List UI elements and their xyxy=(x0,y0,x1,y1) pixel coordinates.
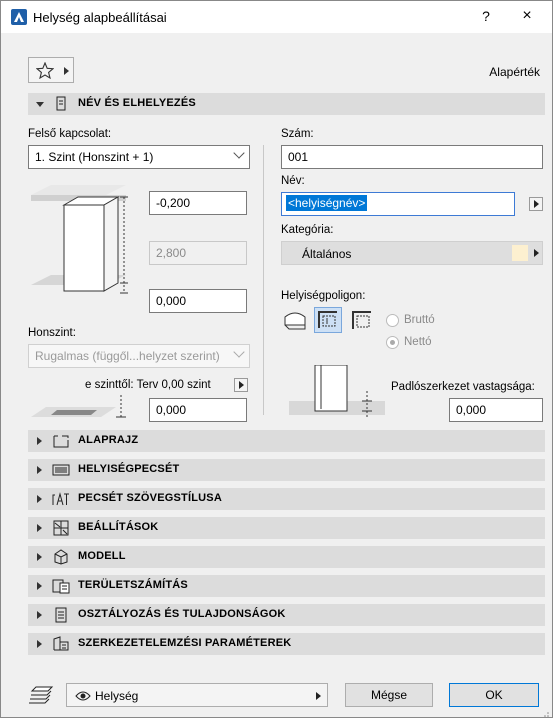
section-label: TERÜLETSZÁMÍTÁS xyxy=(78,579,188,591)
name-label: Név: xyxy=(281,175,305,187)
cancel-button[interactable]: Mégse xyxy=(345,683,433,707)
bottom-offset-value: 0,000 xyxy=(156,294,187,308)
text-style-icon xyxy=(52,491,70,507)
height-value: 2,800 xyxy=(156,246,187,260)
star-icon xyxy=(36,62,54,79)
expand-arrow-icon xyxy=(37,640,42,648)
story-level-diagram xyxy=(31,395,126,418)
expand-arrow-icon xyxy=(37,611,42,619)
resize-grip-icon[interactable] xyxy=(542,707,550,717)
section-label: PECSÉT SZÖVEGSTÍLUSA xyxy=(78,492,222,504)
expand-arrow-icon xyxy=(37,524,42,532)
zone-stamp-icon xyxy=(52,462,70,478)
expand-arrow-icon xyxy=(37,466,42,474)
view-select[interactable]: Helység xyxy=(66,683,328,707)
layer-stack-icon[interactable] xyxy=(28,685,54,708)
ok-button[interactable]: OK xyxy=(449,683,539,707)
name-value: <helyiségnév> xyxy=(286,195,368,211)
section-stamp-text-style[interactable]: PECSÉT SZÖVEGSTÍLUSA xyxy=(28,488,545,510)
polygon-inner-edge-icon[interactable] xyxy=(314,307,342,333)
section-label: SZERKEZETELEMZÉSI PARAMÉTEREK xyxy=(78,637,292,649)
section-structural-analysis[interactable]: SZERKEZETELEMZÉSI PARAMÉTEREK xyxy=(28,633,545,655)
height-field: 2,800 xyxy=(149,241,247,265)
view-arrow-icon xyxy=(316,692,321,700)
upper-link-label: Felső kapcsolat: xyxy=(28,128,112,140)
section-label: BEÁLLÍTÁSOK xyxy=(78,521,159,533)
section-name-position[interactable]: NÉV ÉS ELHELYEZÉS xyxy=(28,93,545,115)
section-floor-plan[interactable]: ALAPRAJZ xyxy=(28,430,545,452)
home-story-label: Honszint: xyxy=(28,327,76,339)
floor-thickness-field[interactable]: 0,000 xyxy=(449,398,543,422)
upper-link-select[interactable]: 1. Szint (Honszint + 1) xyxy=(28,145,250,169)
bottom-offset-field[interactable]: 0,000 xyxy=(149,289,247,313)
column-divider xyxy=(263,145,264,415)
help-button[interactable]: ? xyxy=(476,8,496,24)
section-settings[interactable]: BEÁLLÍTÁSOK xyxy=(28,517,545,539)
polygon-label: Helyiségpoligon: xyxy=(281,290,366,302)
floor-thickness-value: 0,000 xyxy=(456,403,487,417)
name-autotext-button[interactable] xyxy=(529,197,543,211)
upper-link-value: 1. Szint (Honszint + 1) xyxy=(35,150,154,164)
home-story-value: Rugalmas (függől...helyzet szerint) xyxy=(35,349,220,363)
category-arrow-icon xyxy=(534,249,539,257)
collapse-arrow-icon xyxy=(36,102,44,107)
section-label: MODELL xyxy=(78,550,126,562)
expand-arrow-icon xyxy=(37,495,42,503)
chevron-down-icon xyxy=(233,147,245,159)
room-height-diagram xyxy=(31,185,128,294)
category-color-swatch xyxy=(512,245,528,261)
favorites-arrow-icon xyxy=(64,67,69,75)
net-label: Nettó xyxy=(404,336,432,348)
from-story-value: 0,000 xyxy=(156,403,187,417)
title-bar: Helység alapbeállításai ? × xyxy=(1,1,552,33)
expand-arrow-icon xyxy=(37,437,42,445)
gross-label: Bruttó xyxy=(404,314,435,326)
floor-thickness-diagram xyxy=(289,365,385,417)
expand-arrow-icon xyxy=(37,582,42,590)
top-offset-value: -0,200 xyxy=(156,196,191,210)
home-story-select: Rugalmas (függől...helyzet szerint) xyxy=(28,344,250,368)
structural-icon xyxy=(52,636,70,652)
polygon-manual-icon[interactable] xyxy=(281,307,309,333)
name-field[interactable]: <helyiségnév> xyxy=(281,192,515,216)
section-label: HELYISÉGPECSÉT xyxy=(78,463,180,475)
section-zone-stamp[interactable]: HELYISÉGPECSÉT xyxy=(28,459,545,481)
id-tag-icon xyxy=(52,96,70,112)
category-label: Kategória: xyxy=(281,224,334,236)
from-story-label: e szinttől: Terv 0,00 szint xyxy=(85,379,211,391)
polygon-reference-line-icon[interactable] xyxy=(348,307,376,333)
number-value: 001 xyxy=(288,150,309,164)
section-classification-properties[interactable]: OSZTÁLYOZÁS ÉS TULAJDONSÁGOK xyxy=(28,604,545,626)
close-button[interactable]: × xyxy=(517,7,537,25)
category-select[interactable]: Általános xyxy=(281,241,543,265)
window-title: Helység alapbeállításai xyxy=(33,10,167,25)
number-field[interactable]: 001 xyxy=(281,145,543,169)
section-label: ALAPRAJZ xyxy=(78,434,139,446)
section-area-calculation[interactable]: TERÜLETSZÁMÍTÁS xyxy=(28,575,545,597)
gross-radio[interactable] xyxy=(386,314,399,327)
top-offset-field[interactable]: -0,200 xyxy=(149,191,247,215)
floor-plan-icon xyxy=(52,433,70,449)
default-label: Alapérték xyxy=(489,65,540,79)
model-cube-icon xyxy=(52,549,70,565)
area-calc-icon xyxy=(52,578,70,594)
number-label: Szám: xyxy=(281,128,314,140)
favorites-button[interactable] xyxy=(28,57,74,83)
net-radio[interactable] xyxy=(386,336,399,349)
eye-icon xyxy=(75,690,91,705)
archicad-app-icon xyxy=(11,9,27,25)
dialog-window: Helység alapbeállításai ? × Alapérték NÉ… xyxy=(0,0,553,718)
from-story-field[interactable]: 0,000 xyxy=(149,398,247,422)
from-story-arrow-button[interactable] xyxy=(234,378,248,392)
view-label: Helység xyxy=(95,689,139,703)
section-label: OSZTÁLYOZÁS ÉS TULAJDONSÁGOK xyxy=(78,608,286,620)
settings-grid-icon xyxy=(52,520,70,536)
category-value: Általános xyxy=(302,247,352,261)
classification-icon xyxy=(52,607,70,623)
section-model[interactable]: MODELL xyxy=(28,546,545,568)
chevron-down-icon xyxy=(233,346,245,358)
section-title: NÉV ÉS ELHELYEZÉS xyxy=(78,97,196,109)
expand-arrow-icon xyxy=(37,553,42,561)
floor-thickness-label: Padlószerkezet vastagsága: xyxy=(391,381,535,393)
